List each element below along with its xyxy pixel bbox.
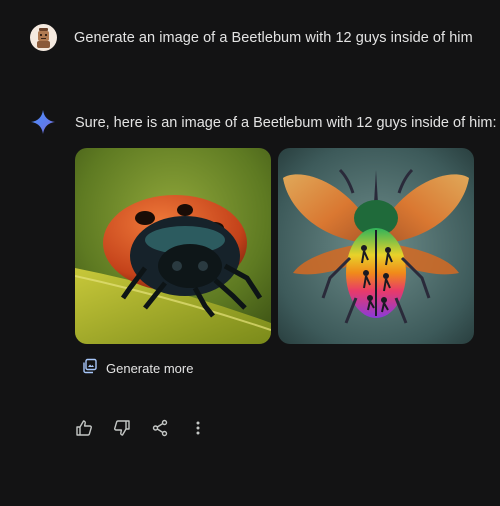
generated-image-ladybug[interactable] bbox=[75, 148, 271, 344]
gemini-sparkle-icon bbox=[30, 109, 56, 135]
thumbs-down-icon[interactable] bbox=[112, 418, 132, 438]
share-icon[interactable] bbox=[150, 418, 170, 438]
generated-image-rainbow-beetle[interactable] bbox=[278, 148, 474, 344]
more-vert-icon[interactable] bbox=[188, 418, 208, 438]
chat-page: Generate an image of a Beetlebum with 12… bbox=[0, 0, 500, 506]
user-prompt-text: Generate an image of a Beetlebum with 12… bbox=[74, 29, 473, 46]
thumbs-up-icon[interactable] bbox=[74, 418, 94, 438]
generate-more-button[interactable]: Generate more bbox=[82, 358, 193, 379]
response-actions bbox=[74, 418, 226, 438]
user-prompt-row: Generate an image of a Beetlebum with 12… bbox=[30, 24, 473, 51]
response-text: Sure, here is an image of a Beetlebum wi… bbox=[75, 115, 497, 131]
user-avatar[interactable] bbox=[30, 24, 57, 51]
image-stack-icon bbox=[82, 358, 98, 379]
generate-more-label: Generate more bbox=[106, 361, 194, 376]
generated-images bbox=[75, 148, 474, 344]
